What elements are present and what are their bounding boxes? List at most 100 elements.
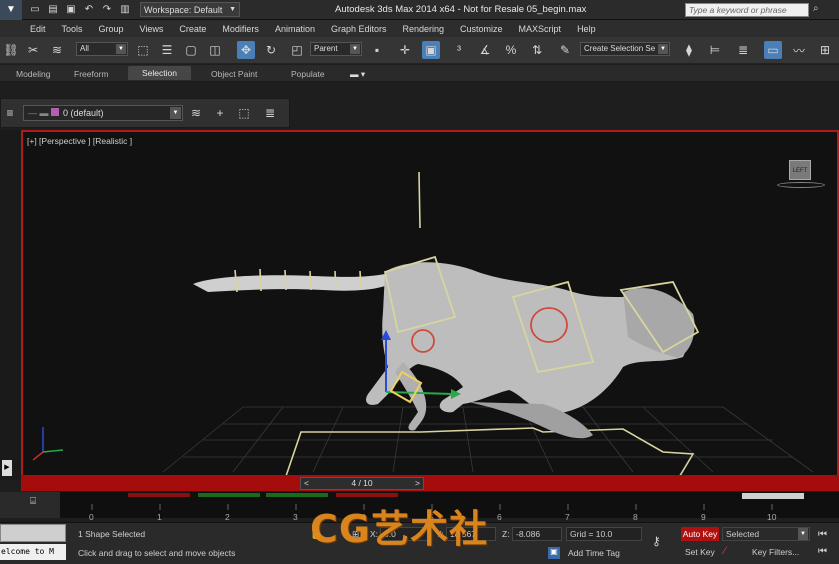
workspace-select[interactable]: Workspace: Default ▼ bbox=[140, 2, 240, 17]
play-arrow-icon[interactable]: ▶ bbox=[2, 460, 12, 476]
motion-path-spline bbox=[285, 427, 695, 475]
undo-icon[interactable]: ↶ bbox=[82, 3, 96, 17]
window-title: Autodesk 3ds Max 2014 x64 - Not for Resa… bbox=[335, 4, 587, 15]
select-and-move-icon[interactable]: ✥ bbox=[237, 41, 255, 59]
chevron-down-icon: ▼ bbox=[170, 107, 181, 119]
key-filters-button[interactable]: Key Filters... bbox=[752, 547, 799, 557]
save-file-icon[interactable]: ▣ bbox=[64, 3, 78, 17]
current-layer-select[interactable]: — ▬ 0 (default) ▼ bbox=[23, 105, 183, 121]
menu-create[interactable]: Create bbox=[179, 24, 206, 34]
time-tag-icon[interactable]: ▣ bbox=[548, 547, 560, 559]
unlink-icon[interactable]: ✂ bbox=[24, 41, 42, 59]
schematic-view-icon[interactable]: ⊞ bbox=[816, 41, 834, 59]
manipulate-icon[interactable]: ✛ bbox=[396, 41, 414, 59]
maxscript-listener[interactable]: elcome to M bbox=[0, 544, 66, 560]
bind-space-warp-icon[interactable]: ≋ bbox=[48, 41, 66, 59]
keyboard-shortcut-override-icon[interactable]: ▣ bbox=[422, 41, 440, 59]
maxscript-listener-top[interactable] bbox=[0, 524, 66, 542]
menu-group[interactable]: Group bbox=[99, 24, 124, 34]
open-file-icon[interactable]: ▤ bbox=[46, 3, 60, 17]
tick-label: 9 bbox=[701, 512, 706, 522]
new-file-icon[interactable]: ▭ bbox=[28, 3, 42, 17]
layer-properties-icon[interactable]: ≋ bbox=[187, 104, 205, 122]
tab-populate[interactable]: Populate bbox=[291, 69, 325, 79]
tab-selection[interactable]: Selection bbox=[128, 66, 191, 80]
ribbon-toggle-icon[interactable]: ▭ bbox=[764, 41, 782, 59]
tick-label: 1 bbox=[157, 512, 162, 522]
watermark-logo: CG艺术社 bbox=[310, 507, 489, 551]
pivot-point-icon[interactable]: ▪ bbox=[368, 41, 386, 59]
chevron-down-icon: ▼ bbox=[798, 528, 808, 540]
app-menu-button[interactable]: ▼ bbox=[0, 0, 22, 20]
create-layer-icon[interactable]: + bbox=[211, 104, 229, 122]
next-frame-button[interactable]: > bbox=[415, 478, 420, 489]
redo-icon[interactable]: ↷ bbox=[100, 3, 114, 17]
menu-graph-editors[interactable]: Graph Editors bbox=[331, 24, 387, 34]
window-crossing-icon[interactable]: ◫ bbox=[206, 41, 224, 59]
title-bar: ▼ ▭ ▤ ▣ ↶ ↷ ▥ Workspace: Default ▼ Autod… bbox=[0, 0, 839, 20]
set-key-mode-icon[interactable]: ⚷ bbox=[652, 534, 661, 548]
z-coordinate-field[interactable]: -8.086 bbox=[512, 527, 562, 541]
ribbon-tabs: Modeling Freeform Selection Object Paint… bbox=[0, 65, 839, 82]
menu-rendering[interactable]: Rendering bbox=[403, 24, 445, 34]
time-slider[interactable]: < 4 / 10 > bbox=[300, 477, 424, 490]
trackbar-left: ⌸ bbox=[0, 492, 60, 518]
tick-label: 3 bbox=[293, 512, 298, 522]
filter-icon[interactable]: ⌸ bbox=[30, 496, 36, 507]
select-and-rotate-icon[interactable]: ↻ bbox=[262, 41, 280, 59]
tab-object-paint[interactable]: Object Paint bbox=[211, 69, 257, 79]
rect-selection-icon[interactable]: ▢ bbox=[182, 41, 200, 59]
search-input[interactable]: Type a keyword or phrase bbox=[685, 3, 809, 17]
select-object-icon[interactable]: ⬚ bbox=[134, 41, 152, 59]
default-tangents-icon[interactable]: ⁄ bbox=[724, 545, 726, 557]
mirror-icon[interactable]: ⧫ bbox=[680, 41, 698, 59]
percent-snap-icon[interactable]: % bbox=[502, 41, 520, 59]
add-to-layer-icon[interactable]: ⬚ bbox=[235, 104, 253, 122]
search-icon[interactable]: ⌕ bbox=[813, 3, 825, 17]
add-time-tag-button[interactable]: Add Time Tag bbox=[568, 548, 620, 558]
tab-modeling[interactable]: Modeling bbox=[16, 69, 51, 79]
snaps-toggle-icon[interactable]: ³ bbox=[450, 41, 468, 59]
ribbon-options-icon[interactable]: ▬ ▾ bbox=[350, 69, 365, 80]
menu-maxscript[interactable]: MAXScript bbox=[519, 24, 562, 34]
select-by-name-icon[interactable]: ☰ bbox=[158, 41, 176, 59]
tick-label: 0 bbox=[89, 512, 94, 522]
menu-customize[interactable]: Customize bbox=[460, 24, 503, 34]
tick-label: 2 bbox=[225, 512, 230, 522]
menu-help[interactable]: Help bbox=[577, 24, 596, 34]
hold-icon[interactable]: ▥ bbox=[118, 3, 132, 17]
select-layer-objects-icon[interactable]: ≣ bbox=[261, 104, 279, 122]
named-selection-set-select[interactable]: Create Selection Se ▼ bbox=[580, 42, 670, 56]
select-and-scale-icon[interactable]: ◰ bbox=[288, 41, 306, 59]
set-key-button[interactable]: Set Key bbox=[685, 547, 715, 557]
angle-snap-icon[interactable]: ∡ bbox=[476, 41, 494, 59]
spinner-snap-icon[interactable]: ⇅ bbox=[528, 41, 546, 59]
tab-freeform[interactable]: Freeform bbox=[74, 69, 108, 79]
prev-frame-button[interactable]: < bbox=[304, 478, 309, 489]
perspective-viewport[interactable]: [+] [Perspective ] [Realistic ] LEFT bbox=[21, 130, 839, 477]
menu-edit[interactable]: Edit bbox=[30, 24, 46, 34]
grid-spacing: Grid = 10.0 bbox=[566, 527, 642, 541]
chevron-down-icon: ▼ bbox=[658, 44, 668, 54]
key-mode-select[interactable]: Selected ▼ bbox=[722, 527, 810, 541]
menu-animation[interactable]: Animation bbox=[275, 24, 315, 34]
prompt-line: Click and drag to select and move object… bbox=[78, 548, 236, 558]
layer-explorer-icon[interactable]: ≡ bbox=[1, 104, 19, 122]
align-icon[interactable]: ⊨ bbox=[706, 41, 724, 59]
cheetah-mesh bbox=[193, 262, 695, 439]
go-to-start-icon-2[interactable]: ⏮ bbox=[818, 546, 827, 557]
layer-color-swatch bbox=[51, 108, 60, 116]
tick-label: 6 bbox=[497, 512, 502, 522]
menu-tools[interactable]: Tools bbox=[62, 24, 83, 34]
quick-access-toolbar: ▭ ▤ ▣ ↶ ↷ ▥ bbox=[28, 3, 132, 17]
selection-filter-select[interactable]: All ▼ bbox=[76, 42, 128, 56]
layer-manager-icon[interactable]: ≣ bbox=[734, 41, 752, 59]
auto-key-button[interactable]: Auto Key bbox=[681, 527, 719, 541]
edit-named-selection-icon[interactable]: ✎ bbox=[556, 41, 574, 59]
select-and-link-icon[interactable]: ⛓ bbox=[2, 41, 20, 59]
menu-views[interactable]: Views bbox=[140, 24, 164, 34]
reference-coordinate-select[interactable]: Parent ▼ bbox=[310, 42, 362, 56]
go-to-start-icon[interactable]: ⏮ bbox=[818, 529, 827, 540]
menu-modifiers[interactable]: Modifiers bbox=[222, 24, 259, 34]
curve-editor-icon[interactable]: 〰 bbox=[790, 41, 808, 59]
